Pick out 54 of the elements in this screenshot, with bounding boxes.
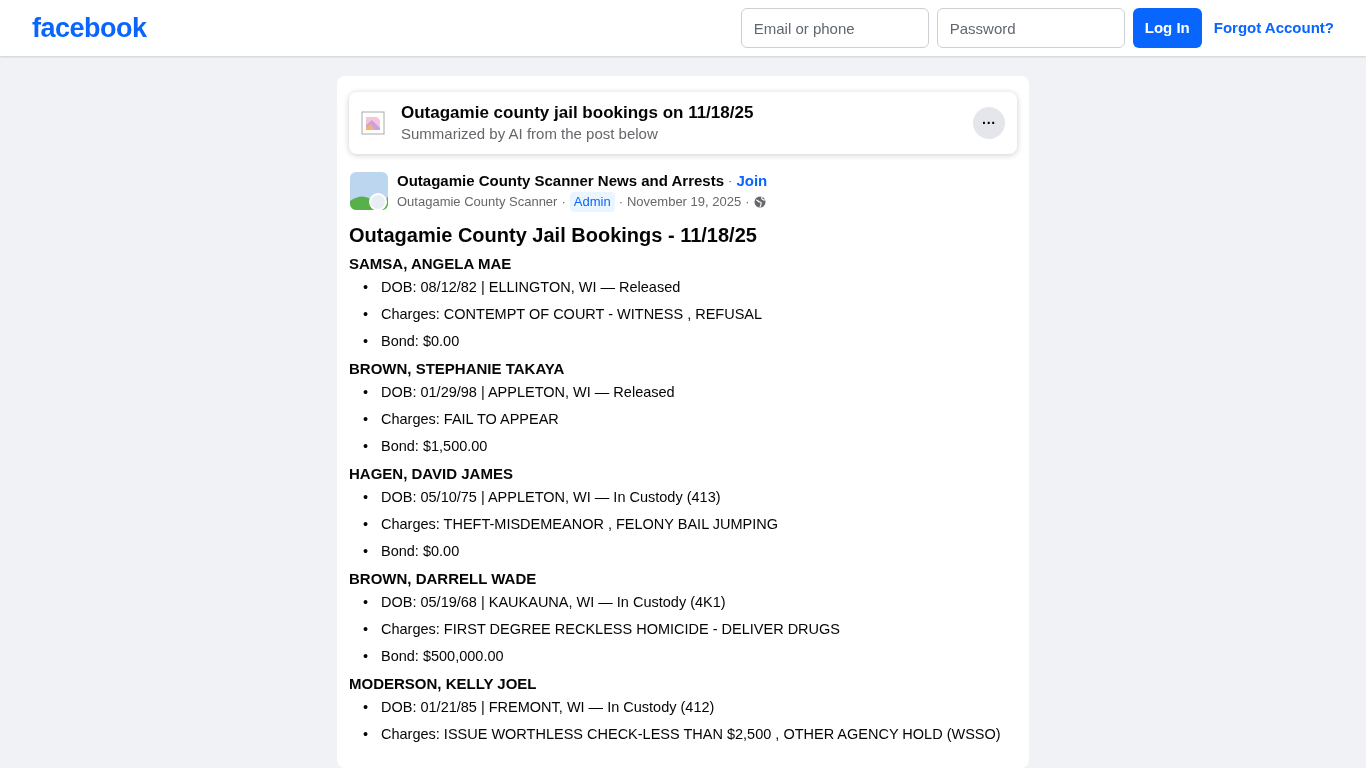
booking-detail: DOB: 01/29/98 | APPLETON, WI — Released [381, 383, 675, 402]
booking-detail: Bond: $0.00 [381, 331, 460, 351]
bullet: • [363, 620, 370, 639]
booking-detail: Bond: $1,500.00 [381, 436, 488, 456]
group-avatar[interactable] [349, 170, 389, 211]
bullet: • [363, 646, 370, 666]
globe-icon [753, 195, 766, 208]
separator: · [618, 193, 623, 212]
password-field[interactable]: Password [936, 8, 1125, 48]
bullet: • [363, 515, 370, 534]
author-name[interactable]: Outagamie County Scanner [397, 192, 558, 212]
booking-detail: Charges: FAIL TO APPEAR [381, 409, 559, 429]
image-icon [361, 110, 385, 135]
group-name[interactable]: Outagamie County Scanner News and Arrests [397, 169, 725, 193]
post-title: Outagamie County Jail Bookings - 11/18/25 [349, 222, 758, 248]
bullet: • [363, 725, 370, 744]
forgot-account-link[interactable]: Forgot Account? [1213, 16, 1334, 40]
post-date[interactable]: November 19, 2025 [627, 192, 742, 212]
bullet: • [363, 436, 370, 456]
bullet: • [363, 331, 370, 351]
bullet: • [363, 698, 370, 718]
bullet: • [363, 593, 370, 613]
email-field[interactable]: Email or phone [740, 8, 929, 48]
booking-detail: DOB: 05/10/75 | APPLETON, WI — In Custody (413) [381, 488, 721, 507]
booking-detail: DOB: 05/19/68 | KAUKAUNA, WI — In Custody (4K1) [381, 593, 726, 613]
inmate-name: MODERSON, KELLY JOEL [349, 673, 538, 694]
booking-detail: Charges: CONTEMPT OF COURT - WITNESS , REFUSAL [381, 304, 763, 324]
summary-subtitle: Summarized by AI from the post below [401, 124, 659, 144]
separator: · [561, 193, 566, 212]
booking-detail: Charges: ISSUE WORTHLESS CHECK-LESS THAN $2,500 , OTHER AGENCY HOLD (WSSO) [381, 725, 1001, 744]
booking-detail: Charges: FIRST DEGREE RECKLESS HOMICIDE - DELIVER DRUGS [381, 620, 840, 639]
bullet: • [363, 278, 370, 297]
booking-detail: DOB: 08/12/82 | ELLINGTON, WI — Released [381, 278, 681, 297]
join-link[interactable]: Join [736, 169, 768, 193]
inmate-name: HAGEN, DAVID JAMES [349, 463, 514, 484]
inmate-name: SAMSA, ANGELA MAE [349, 253, 513, 274]
inmate-name: BROWN, STEPHANIE TAKAYA [349, 358, 566, 379]
bullet: • [363, 383, 370, 402]
booking-detail: Bond: $500,000.00 [381, 646, 504, 666]
summary-title: Outagamie county jail bookings on 11/18/25 [401, 102, 755, 124]
bullet: • [363, 488, 370, 507]
inmate-name: BROWN, DARRELL WADE [349, 568, 538, 589]
facebook-logo[interactable]: facebook [32, 11, 147, 45]
separator: · [745, 193, 750, 212]
more-button[interactable]: ··· [973, 106, 1005, 139]
separator: · [728, 172, 733, 191]
booking-detail: DOB: 01/21/85 | FREMONT, WI — In Custody (412) [381, 698, 715, 718]
booking-detail: Charges: THEFT-MISDEMEANOR , FELONY BAIL JUMPING [381, 515, 778, 534]
bullet: • [363, 409, 370, 429]
admin-badge: Admin [569, 192, 615, 212]
booking-detail: Bond: $0.00 [381, 541, 460, 561]
bullet: • [363, 541, 370, 561]
login-button[interactable]: Log In [1132, 8, 1202, 48]
bullet: • [363, 304, 370, 324]
